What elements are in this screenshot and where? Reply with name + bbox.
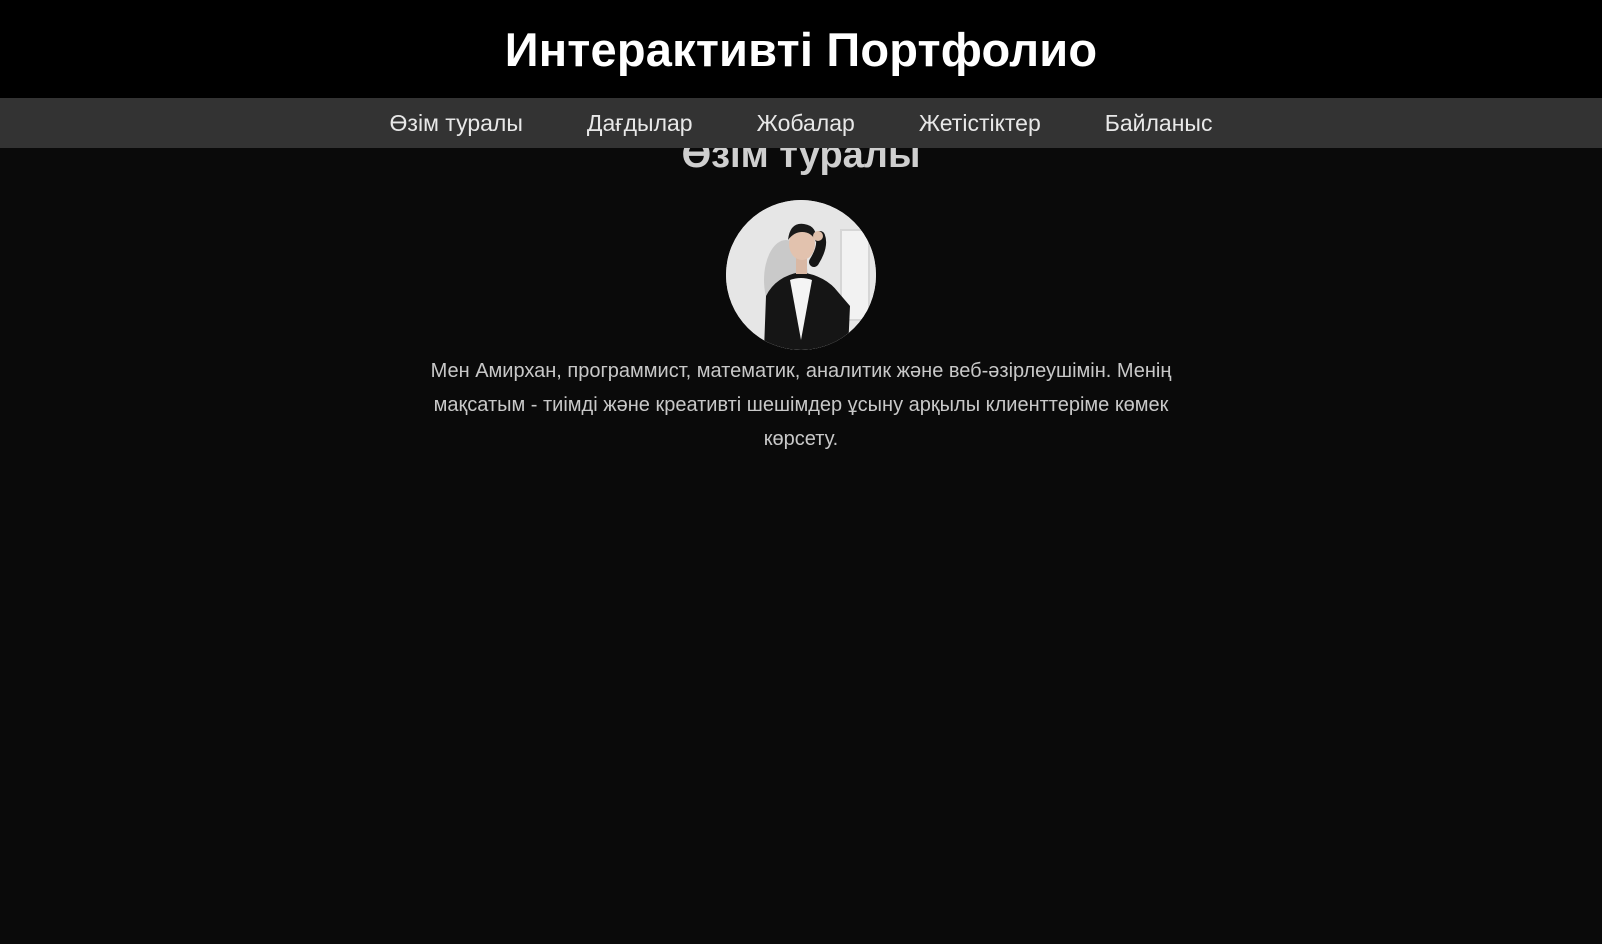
main-nav: Өзім туралы Дағдылар Жобалар Жетістіктер… xyxy=(0,98,1602,148)
profile-photo xyxy=(726,200,876,350)
nav-link-about[interactable]: Өзім туралы xyxy=(390,98,523,148)
about-description: Мен Амирхан, программист, математик, ана… xyxy=(430,360,1172,450)
nav-link-projects[interactable]: Жобалар xyxy=(757,98,855,148)
nav-link-achievements[interactable]: Жетістіктер xyxy=(919,98,1041,148)
nav-link-skills[interactable]: Дағдылар xyxy=(587,98,693,148)
page-title: Интерактивті Портфолио xyxy=(504,22,1098,76)
site-header: Интерактивті Портфолио xyxy=(0,0,1602,98)
nav-link-contact[interactable]: Байланыс xyxy=(1105,98,1213,148)
person-icon xyxy=(726,200,876,350)
